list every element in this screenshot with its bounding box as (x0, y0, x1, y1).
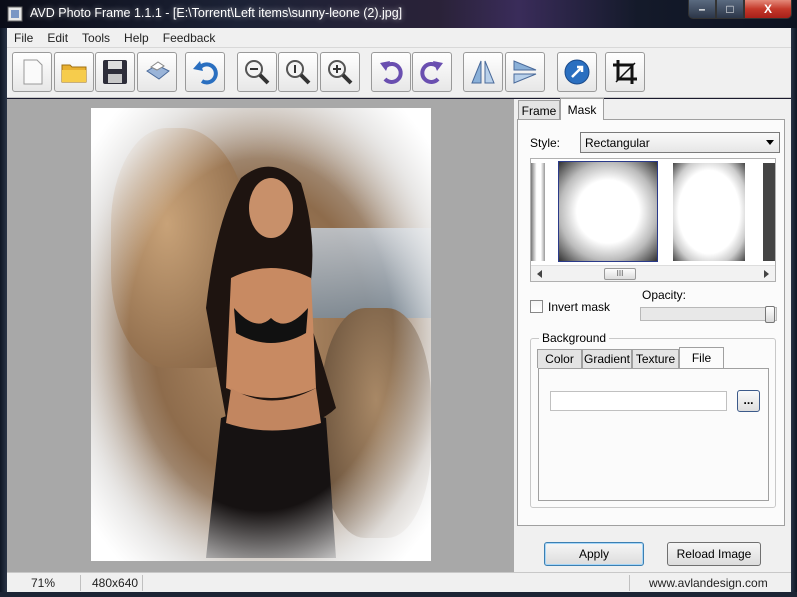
style-dropdown[interactable]: Rectangular (580, 132, 780, 153)
mask-vignette (91, 108, 431, 561)
zoom-in-button[interactable] (320, 52, 360, 92)
invert-mask-checkbox[interactable] (530, 300, 543, 313)
undo-icon (193, 61, 218, 85)
mask-thumbnail[interactable] (673, 163, 745, 261)
web-icon (564, 59, 590, 85)
maximize-button[interactable]: □ (716, 0, 744, 19)
scroll-left-icon[interactable] (537, 270, 542, 278)
browse-button[interactable]: ... (737, 390, 760, 412)
flip-horizontal-icon (471, 60, 495, 84)
save-icon (103, 60, 127, 84)
mask-thumbnail[interactable] (763, 163, 775, 261)
mask-thumbnail[interactable] (531, 163, 545, 261)
minimize-button[interactable]: – (688, 0, 716, 19)
mask-tab-body: Style: Rectangular III Invert mask Opaci… (517, 119, 785, 526)
zoom-in-icon (328, 60, 353, 85)
print-icon (146, 61, 170, 80)
print-button[interactable] (137, 52, 177, 92)
flip-vertical-icon (513, 60, 537, 84)
scroll-right-icon[interactable] (764, 270, 769, 278)
toolbar (7, 48, 791, 98)
tab-texture[interactable]: Texture (632, 349, 679, 368)
image-dimensions: 480x640 (92, 576, 139, 590)
crop-button[interactable] (605, 52, 645, 92)
tab-gradient[interactable]: Gradient (582, 349, 632, 368)
rotate-right-button[interactable] (412, 52, 452, 92)
status-divider (142, 575, 143, 591)
minimize-icon: – (698, 2, 706, 16)
zoom-actual-button[interactable] (278, 52, 318, 92)
menu-tools[interactable]: Tools (75, 31, 117, 45)
new-icon (23, 59, 43, 85)
website-link[interactable]: www.avlandesign.com (649, 576, 768, 590)
file-path-input[interactable] (550, 391, 727, 411)
opacity-label: Opacity: (642, 288, 687, 302)
app-icon (7, 6, 23, 22)
apply-button[interactable]: Apply (544, 542, 644, 566)
flip-vertical-button[interactable] (505, 52, 545, 92)
chevron-down-icon (766, 140, 774, 145)
zoom-level: 71% (31, 576, 56, 590)
menu-bar: File Edit Tools Help Feedback (7, 28, 791, 48)
window-frame-bottom (0, 592, 797, 597)
mask-gallery-scrollbar[interactable]: III (531, 265, 775, 281)
rotate-right-icon (420, 61, 443, 84)
menu-file[interactable]: File (7, 31, 40, 45)
window-frame-left (0, 28, 7, 597)
new-button[interactable] (12, 52, 52, 92)
background-group: Background Color Gradient Texture File .… (530, 331, 776, 508)
framed-photo (91, 108, 431, 561)
status-divider (629, 575, 630, 591)
style-label: Style: (530, 136, 561, 150)
menu-edit[interactable]: Edit (40, 31, 75, 45)
image-canvas[interactable] (7, 99, 514, 572)
web-button[interactable] (557, 52, 597, 92)
tab-frame[interactable]: Frame (518, 100, 560, 120)
rotate-left-icon (380, 61, 403, 84)
background-label: Background (539, 331, 610, 345)
open-folder-icon (61, 64, 87, 83)
tab-mask[interactable]: Mask (560, 98, 604, 120)
opacity-slider-thumb[interactable] (765, 306, 775, 323)
scrollbar-thumb[interactable]: III (604, 268, 636, 280)
tab-file[interactable]: File (679, 347, 724, 368)
invert-mask-label: Invert mask (548, 300, 611, 314)
window-frame-right (791, 28, 797, 597)
close-icon: X (763, 2, 772, 16)
open-button[interactable] (54, 52, 94, 92)
status-bar: 71% 480x640 www.avlandesign.com (7, 572, 791, 592)
style-value: Rectangular (585, 136, 650, 150)
mask-thumbnail-selected[interactable] (558, 161, 658, 262)
save-button[interactable] (95, 52, 135, 92)
opacity-slider[interactable] (640, 307, 777, 321)
properties-panel: Frame Mask Style: Rectangular III Invert… (514, 98, 791, 572)
flip-horizontal-button[interactable] (463, 52, 503, 92)
crop-icon (613, 60, 637, 84)
window-title: AVD Photo Frame 1.1.1 - [E:\Torrent\Left… (30, 6, 403, 20)
rotate-left-button[interactable] (371, 52, 411, 92)
status-divider (80, 575, 81, 591)
close-button[interactable]: X (744, 0, 792, 19)
tab-color[interactable]: Color (537, 349, 582, 368)
file-tab-body: ... (538, 368, 769, 501)
reload-image-button[interactable]: Reload Image (667, 542, 761, 566)
zoom-out-button[interactable] (237, 52, 277, 92)
title-bar[interactable]: AVD Photo Frame 1.1.1 - [E:\Torrent\Left… (0, 0, 797, 28)
zoom-actual-icon (286, 60, 311, 85)
mask-gallery[interactable]: III (530, 158, 776, 282)
zoom-out-icon (245, 60, 270, 85)
menu-help[interactable]: Help (117, 31, 156, 45)
undo-button[interactable] (185, 52, 225, 92)
menu-feedback[interactable]: Feedback (156, 31, 223, 45)
maximize-icon: □ (726, 2, 734, 16)
